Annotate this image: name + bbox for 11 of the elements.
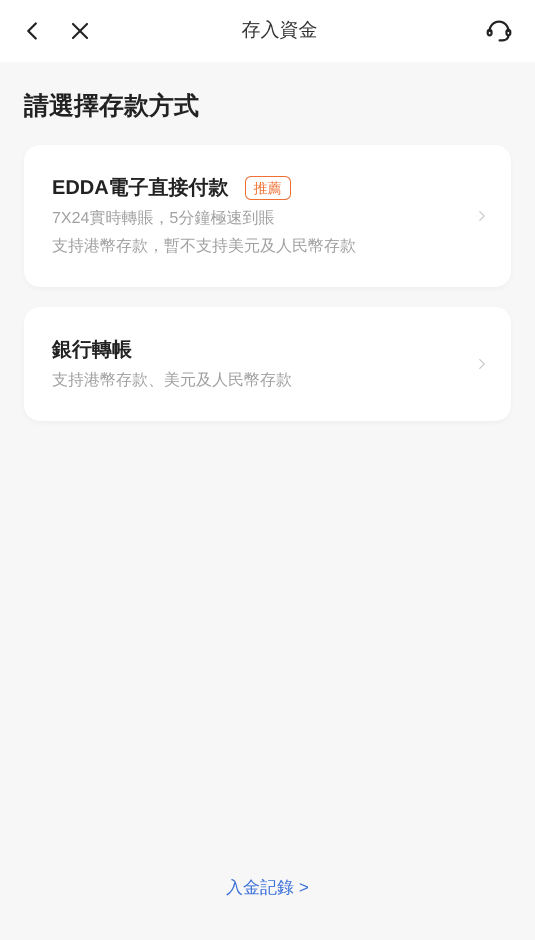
method-description: 7X24實時轉賬，5分鐘極速到賬 — [52, 208, 276, 229]
method-description: 支持港幣存款、美元及人民幣存款 — [52, 370, 293, 391]
deposit-history-link[interactable]: 入金記錄 > — [226, 874, 309, 900]
method-name: EDDA電子直接付款 — [52, 176, 229, 201]
payment-method-card[interactable]: 銀行轉帳 支持港幣存款、美元及人民幣存款 — [24, 307, 511, 421]
section-heading: 請選擇存款方式 — [24, 94, 200, 119]
recommended-tag: 推薦 — [244, 176, 291, 200]
method-description: 支持港幣存款，暫不支持美元及人民幣存款 — [52, 236, 357, 257]
method-name: 銀行轉帳 — [52, 338, 132, 363]
page-title: 存入資金 — [242, 18, 318, 43]
payment-method-card[interactable]: EDDA電子直接付款 推薦 7X24實時轉賬，5分鐘極速到賬 支持港幣存款，暫不支持美元及人民幣存款 — [24, 145, 511, 287]
